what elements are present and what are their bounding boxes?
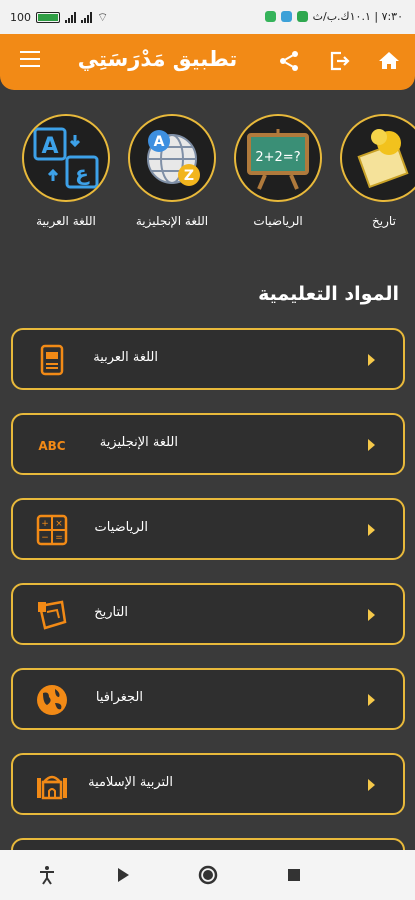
svg-text:ع: ع bbox=[75, 161, 90, 185]
notification-icon-2 bbox=[280, 11, 292, 22]
category-label: اللغة الإنجليزية bbox=[135, 214, 209, 228]
chevron-right-icon bbox=[368, 354, 375, 366]
subject-item-history[interactable]: التاريخ bbox=[11, 583, 405, 645]
mosque-icon bbox=[37, 775, 67, 800]
subject-item-islamic[interactable]: التربية الإسلامية bbox=[11, 753, 405, 815]
share-icon[interactable] bbox=[277, 49, 301, 73]
app-title: تطبيق مَدْرَسَتِي bbox=[77, 47, 238, 71]
svg-text:2+2=?: 2+2=? bbox=[255, 150, 300, 165]
home-circle-icon[interactable] bbox=[197, 864, 219, 886]
scroll-coin-icon bbox=[340, 114, 415, 202]
subject-label: اللغة العربية bbox=[93, 350, 158, 365]
hamburger-menu-icon[interactable] bbox=[20, 51, 40, 71]
svg-text:A: A bbox=[154, 134, 165, 150]
category-arabic[interactable]: A ع اللغة العربية bbox=[22, 114, 110, 228]
svg-text:Z: Z bbox=[184, 168, 194, 184]
subject-item-math[interactable]: + × − = الرياضيات bbox=[11, 498, 405, 560]
status-time: ٧:٣٠ | ١٠.١ك.ب/ث bbox=[312, 10, 403, 23]
section-title: المواد التعليمية bbox=[258, 283, 399, 305]
category-label: تاريخ bbox=[372, 214, 396, 228]
battery-level: 100 bbox=[10, 11, 31, 24]
chevron-right-icon bbox=[368, 524, 375, 536]
svg-text:A: A bbox=[41, 134, 58, 159]
category-english[interactable]: A Z اللغة الإنجليزية bbox=[128, 114, 216, 228]
status-right: ٧:٣٠ | ١٠.١ك.ب/ث bbox=[264, 10, 403, 23]
notification-icon-3 bbox=[264, 11, 276, 22]
stop-square-icon[interactable] bbox=[283, 864, 305, 886]
chevron-right-icon bbox=[368, 779, 375, 791]
history-scroll-icon bbox=[38, 600, 67, 630]
book-icon bbox=[40, 344, 64, 376]
wifi-icon: ⌔ bbox=[97, 10, 109, 24]
subject-item-english[interactable]: ABC اللغة الإنجليزية bbox=[11, 413, 405, 475]
play-icon[interactable] bbox=[112, 864, 134, 886]
subject-item-arabic[interactable]: اللغة العربية bbox=[11, 328, 405, 390]
subject-label: اللغة الإنجليزية bbox=[99, 435, 178, 450]
logout-icon[interactable] bbox=[327, 49, 351, 73]
subject-label: الجغرافيا bbox=[95, 690, 143, 705]
svg-text:ABC: ABC bbox=[38, 439, 65, 453]
category-math[interactable]: 2+2=? الرياضيات bbox=[234, 114, 322, 228]
chalkboard-math-icon: 2+2=? bbox=[234, 114, 322, 202]
svg-text:×: × bbox=[55, 519, 63, 529]
accessibility-icon[interactable] bbox=[36, 864, 58, 886]
home-icon[interactable] bbox=[377, 49, 401, 73]
signal-icon bbox=[65, 12, 76, 23]
svg-text:−: − bbox=[41, 533, 49, 543]
chevron-right-icon bbox=[368, 694, 375, 706]
arabic-letters-icon: A ع bbox=[22, 114, 110, 202]
subject-label: الرياضيات bbox=[94, 520, 149, 535]
chevron-right-icon bbox=[368, 609, 375, 621]
signal-icon-2 bbox=[81, 12, 92, 23]
subject-label: التربية الإسلامية bbox=[88, 775, 173, 790]
a-to-z-globe-icon: A Z bbox=[128, 114, 216, 202]
calculator-icon: + × − = bbox=[36, 514, 68, 546]
battery-icon bbox=[36, 12, 60, 23]
notification-icon-1 bbox=[296, 11, 308, 22]
category-history[interactable]: تاريخ bbox=[340, 114, 415, 228]
globe-icon bbox=[37, 685, 67, 715]
status-bar: 100 ⌔ ٧:٣٠ | ١٠.١ك.ب/ث bbox=[0, 0, 415, 34]
app-header: تطبيق مَدْرَسَتِي bbox=[0, 34, 415, 90]
subject-label: التاريخ bbox=[94, 605, 128, 620]
subject-item-geography[interactable]: الجغرافيا bbox=[11, 668, 405, 730]
category-label: اللغة العربية bbox=[36, 214, 96, 228]
chevron-right-icon bbox=[368, 439, 375, 451]
svg-text:+: + bbox=[41, 519, 49, 529]
system-nav-bar bbox=[0, 850, 415, 900]
status-left: 100 ⌔ bbox=[10, 10, 108, 25]
abc-icon: ABC bbox=[38, 439, 65, 453]
svg-text:=: = bbox=[55, 533, 63, 543]
category-label: الرياضيات bbox=[253, 214, 303, 228]
category-carousel[interactable]: A ع اللغة العربية A Z اللغة الإنجليزية 2… bbox=[0, 108, 415, 238]
